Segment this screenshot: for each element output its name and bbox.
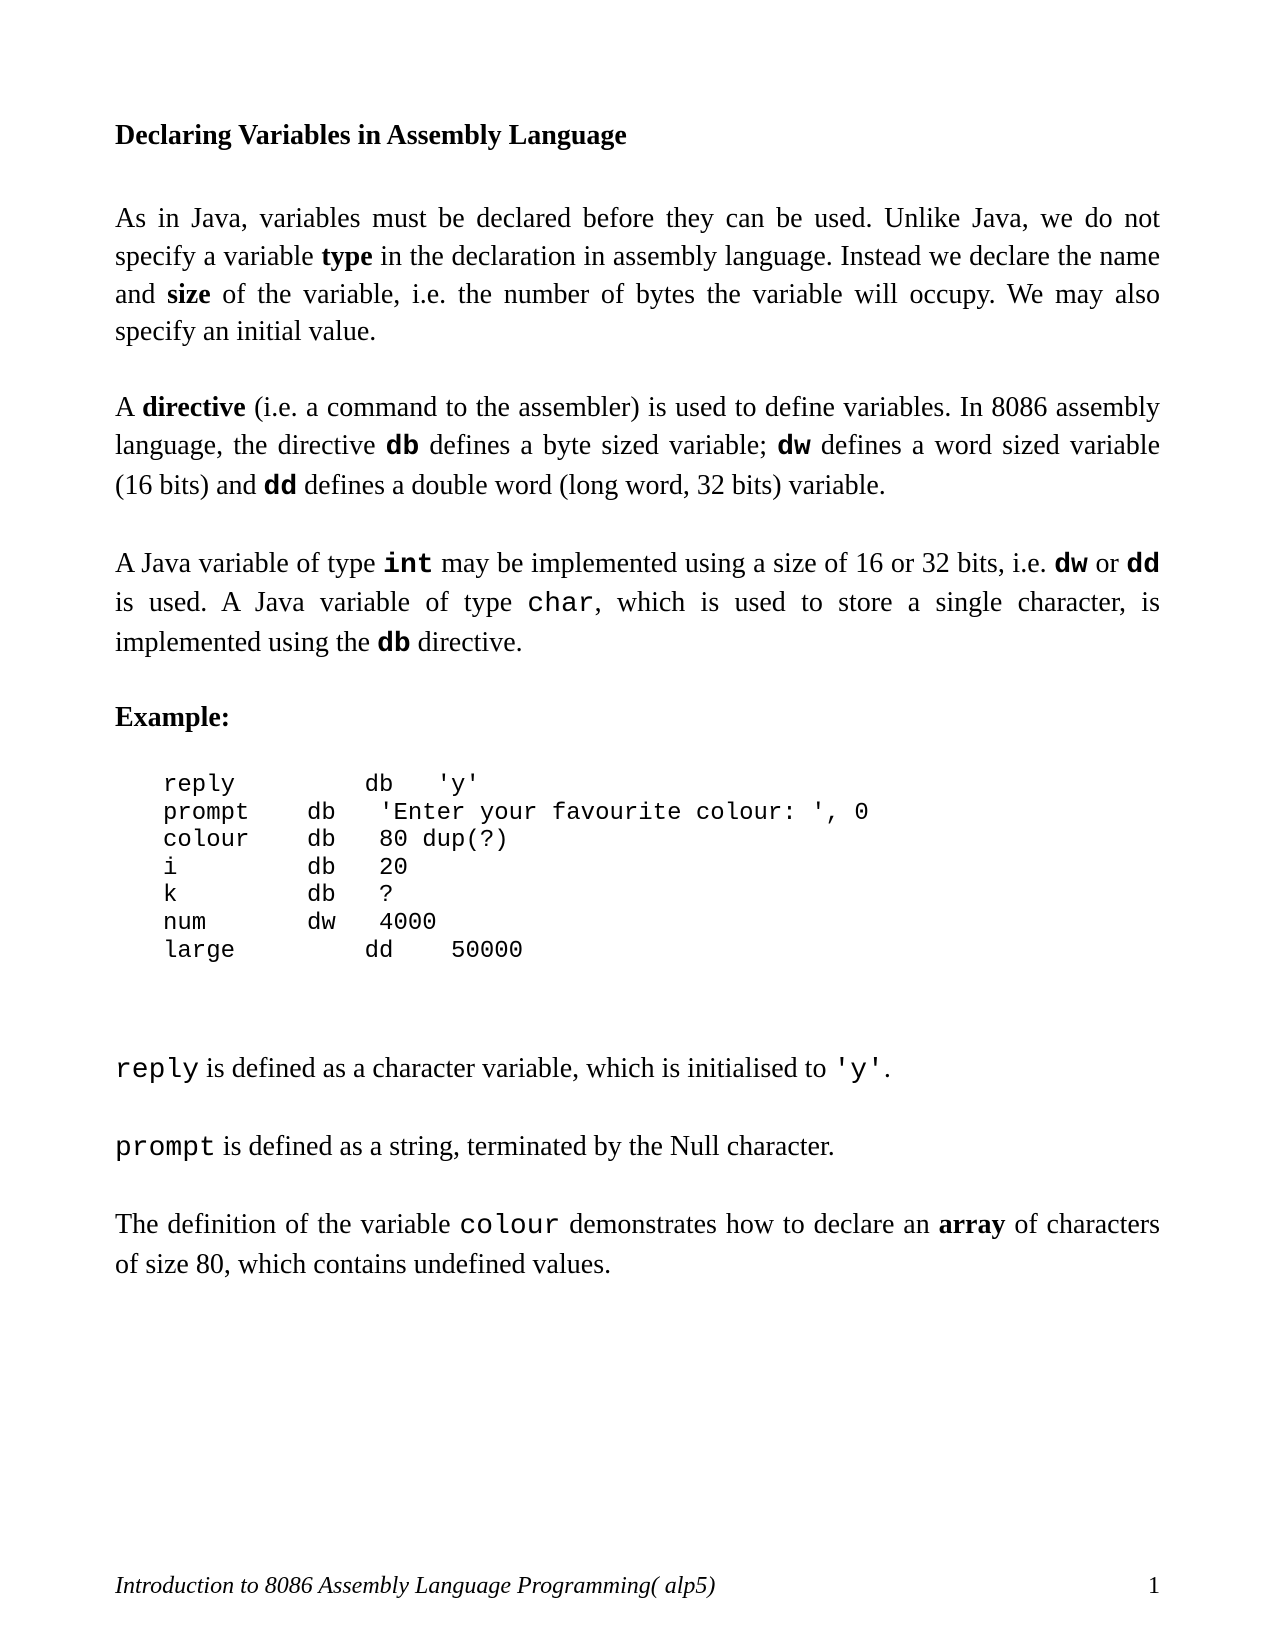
paragraph-5: prompt is defined as a string, terminate… — [115, 1128, 1160, 1168]
mono-text: colour — [460, 1211, 561, 1242]
example-heading: Example: — [115, 702, 1160, 734]
text: A — [115, 392, 142, 423]
footer-title: Introduction to 8086 Assembly Language P… — [115, 1573, 715, 1600]
text: directive. — [411, 627, 523, 658]
bold-text: size — [167, 279, 211, 310]
text: The definition of the variable — [115, 1209, 460, 1240]
mono-bold-text: dd — [264, 472, 298, 503]
text: . — [884, 1053, 891, 1084]
paragraph-3: A Java variable of type int may be imple… — [115, 545, 1160, 664]
page-footer: Introduction to 8086 Assembly Language P… — [115, 1573, 1160, 1600]
mono-bold-text: dw — [1054, 550, 1088, 581]
paragraph-2: A directive (i.e. a command to the assem… — [115, 389, 1160, 506]
mono-bold-text: dw — [777, 432, 811, 463]
code-example: reply db 'y' prompt db 'Enter your favou… — [163, 772, 1160, 965]
mono-bold-text: dd — [1126, 550, 1160, 581]
paragraph-4: reply is defined as a character variable… — [115, 1050, 1160, 1090]
text: of the variable, i.e. the number of byte… — [115, 279, 1160, 348]
text: is defined as a string, terminated by th… — [216, 1131, 835, 1162]
text: is defined as a character variable, whic… — [199, 1053, 833, 1084]
mono-bold-text: db — [377, 629, 411, 660]
page-title: Declaring Variables in Assembly Language — [115, 120, 1160, 152]
mono-bold-text: int — [383, 550, 433, 581]
text: defines a double word (long word, 32 bit… — [297, 470, 886, 501]
text: defines a byte sized variable; — [419, 430, 777, 461]
text: is used. A Java variable of type — [115, 587, 527, 618]
bold-text: array — [939, 1209, 1006, 1240]
bold-text: directive — [142, 392, 246, 423]
paragraph-6: The definition of the variable colour de… — [115, 1206, 1160, 1284]
text: demonstrates how to declare an — [560, 1209, 938, 1240]
mono-bold-text: db — [386, 432, 420, 463]
mono-text: 'y' — [833, 1055, 883, 1086]
mono-text: reply — [115, 1055, 199, 1086]
mono-text: char — [527, 589, 594, 620]
bold-text: type — [321, 241, 372, 272]
text: A Java variable of type — [115, 548, 383, 579]
text: may be implemented using a size of 16 or… — [434, 548, 1055, 579]
page-number: 1 — [1148, 1573, 1160, 1600]
mono-text: prompt — [115, 1133, 216, 1164]
paragraph-1: As in Java, variables must be declared b… — [115, 200, 1160, 351]
text: or — [1088, 548, 1127, 579]
